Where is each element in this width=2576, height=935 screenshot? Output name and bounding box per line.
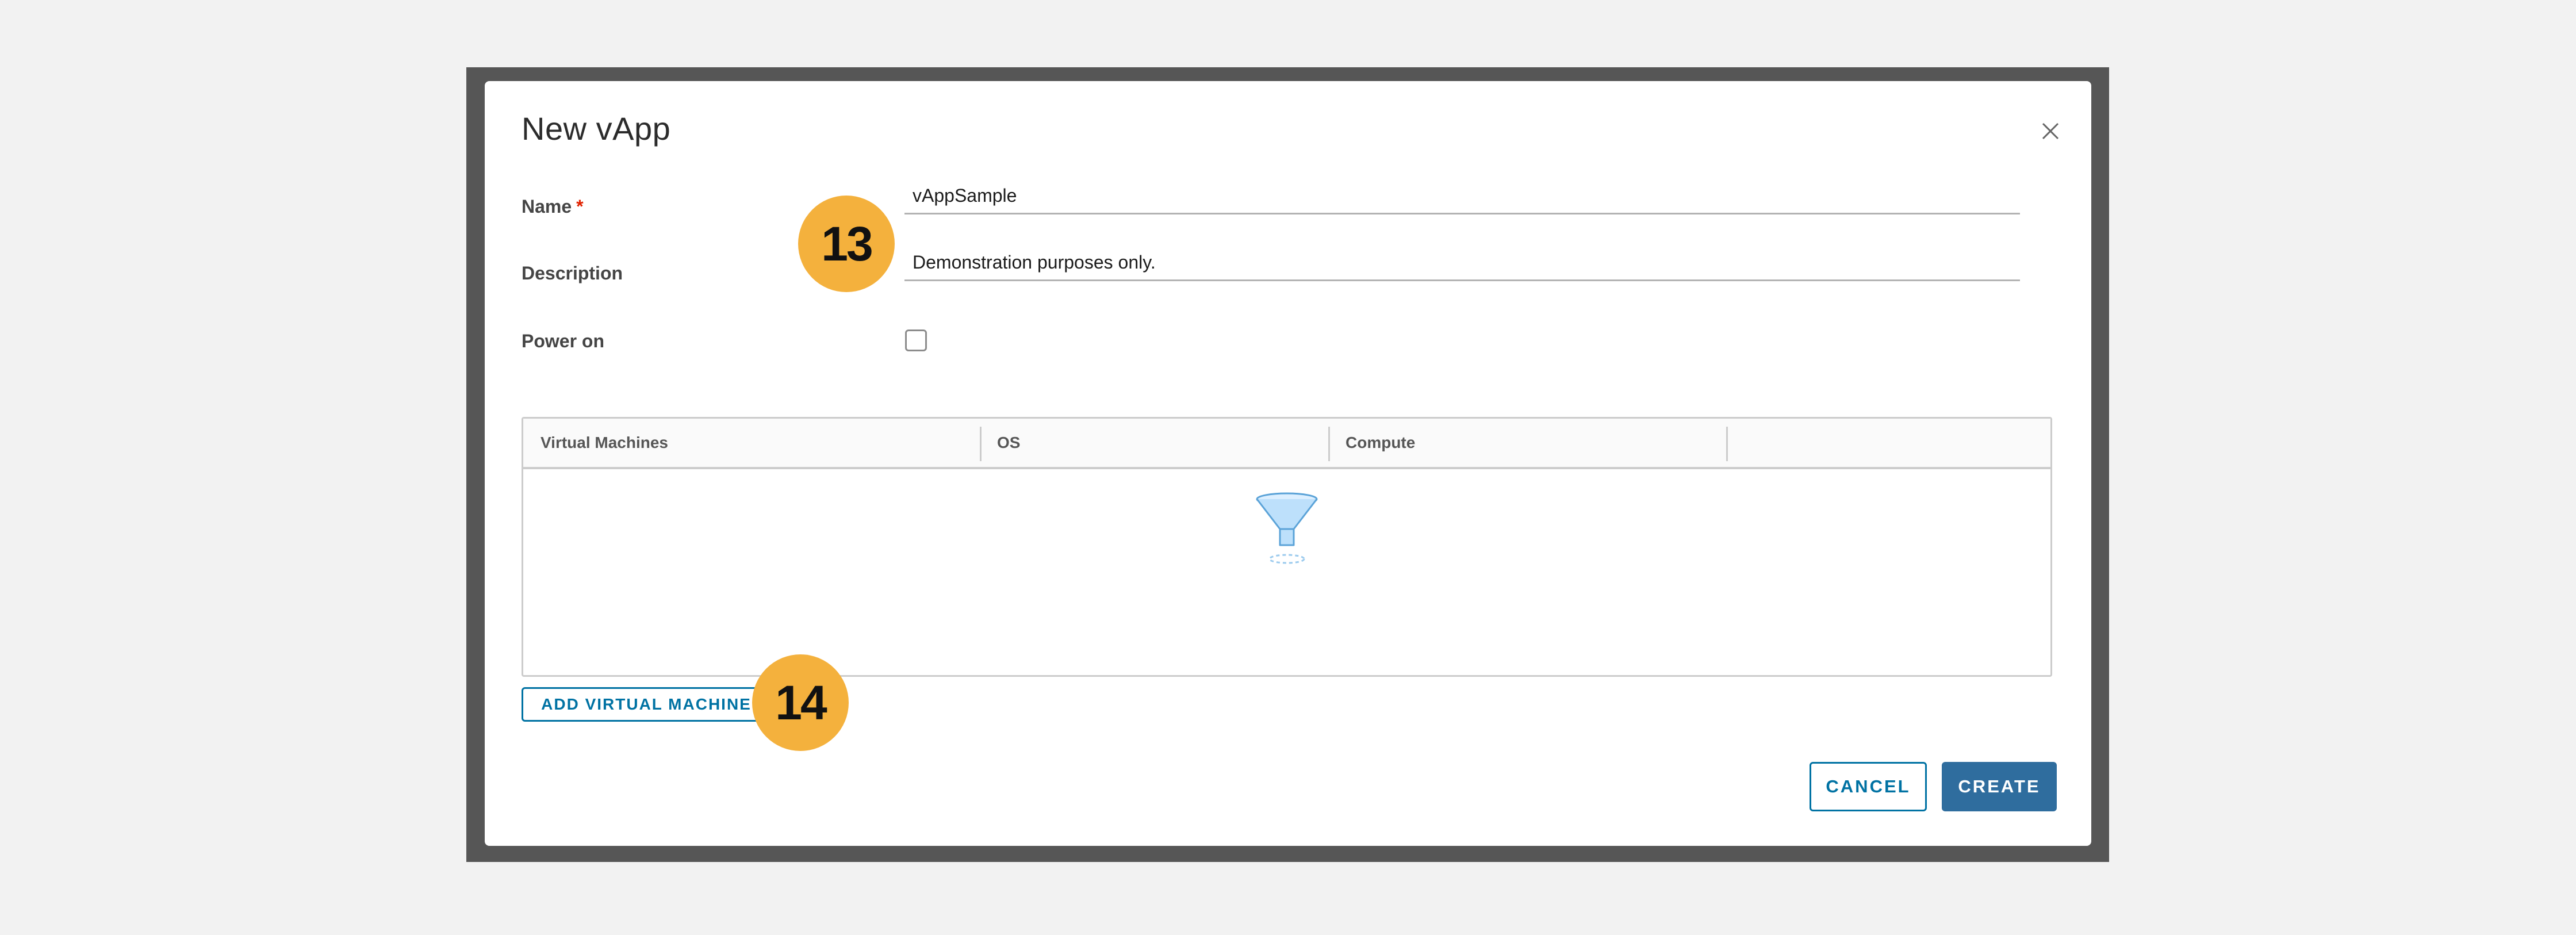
power-on-checkbox[interactable] [905,329,927,351]
name-label: Name * [522,196,584,217]
description-input[interactable] [904,246,2020,281]
column-header-virtual-machines[interactable]: Virtual Machines [523,419,668,467]
close-icon [2042,122,2059,140]
column-header-compute[interactable]: Compute [1328,419,1415,467]
dialog-title: New vApp [522,110,671,147]
callout-marker-13: 13 [798,196,895,292]
funnel-icon [1256,492,1318,564]
close-button[interactable] [2037,118,2064,144]
cancel-button[interactable]: CANCEL [1810,762,1927,811]
virtual-machines-grid: Virtual Machines OS Compute [522,417,2052,677]
column-header-os[interactable]: OS [980,419,1020,467]
power-on-label: Power on [522,331,605,351]
description-label: Description [522,263,623,283]
column-header-empty [1726,419,1743,467]
required-marker: * [576,196,584,217]
callout-marker-14: 14 [752,654,849,751]
new-vapp-dialog: New vApp Name* Description Power on Virt… [485,81,2091,846]
add-virtual-machine-button[interactable]: ADD VIRTUAL MACHINE [522,687,771,722]
create-button[interactable]: CREATE [1942,762,2057,811]
name-label-text: Name [522,196,572,217]
grid-header: Virtual Machines OS Compute [523,419,2050,469]
name-input[interactable] [904,179,2020,214]
